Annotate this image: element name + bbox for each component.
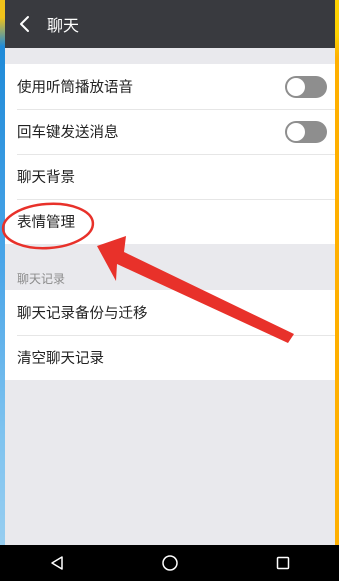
right-background-strip xyxy=(335,0,339,581)
enter-to-send-toggle[interactable] xyxy=(285,120,327,143)
setting-label: 清空聊天记录 xyxy=(17,351,104,367)
section-title: 聊天记录 xyxy=(17,271,66,286)
back-arrow-icon xyxy=(20,16,29,32)
toggle-knob xyxy=(287,77,305,96)
nav-back-icon xyxy=(50,556,63,570)
page-title: 聊天 xyxy=(47,16,80,35)
setting-enter-to-send[interactable]: 回车键发送消息 xyxy=(5,109,335,154)
screen: 聊天 使用听筒播放语音 回车键发送消息 聊天背景 表情管理 聊天记录 聊天记录备… xyxy=(0,0,339,581)
setting-earpiece-voice[interactable]: 使用听筒播放语音 xyxy=(5,64,335,109)
setting-chat-background[interactable]: 聊天背景 xyxy=(5,154,335,199)
earpiece-voice-toggle[interactable] xyxy=(285,75,327,98)
setting-label: 回车键发送消息 xyxy=(17,125,119,141)
setting-backup-migrate[interactable]: 聊天记录备份与迁移 xyxy=(5,290,335,335)
nav-recent-icon xyxy=(276,556,289,570)
toggle-knob xyxy=(287,122,305,141)
nav-home-icon xyxy=(161,555,178,571)
system-nav-bar xyxy=(0,545,339,581)
nav-home-button[interactable] xyxy=(150,545,190,581)
app-bar: 聊天 xyxy=(5,0,335,48)
setting-label: 表情管理 xyxy=(17,215,75,231)
setting-clear-history[interactable]: 清空聊天记录 xyxy=(5,335,335,380)
nav-back-button[interactable] xyxy=(37,545,77,581)
section-header-chat-history: 聊天记录 xyxy=(5,266,335,290)
settings-list: 使用听筒播放语音 回车键发送消息 聊天背景 表情管理 xyxy=(5,64,335,244)
setting-label: 聊天记录备份与迁移 xyxy=(17,306,148,322)
setting-label: 聊天背景 xyxy=(17,170,75,186)
back-button[interactable] xyxy=(5,0,45,48)
setting-sticker-management[interactable]: 表情管理 xyxy=(5,199,335,244)
setting-label: 使用听筒播放语音 xyxy=(17,80,133,96)
chat-history-list: 聊天记录备份与迁移 清空聊天记录 xyxy=(5,290,335,380)
nav-recent-button[interactable] xyxy=(263,545,303,581)
